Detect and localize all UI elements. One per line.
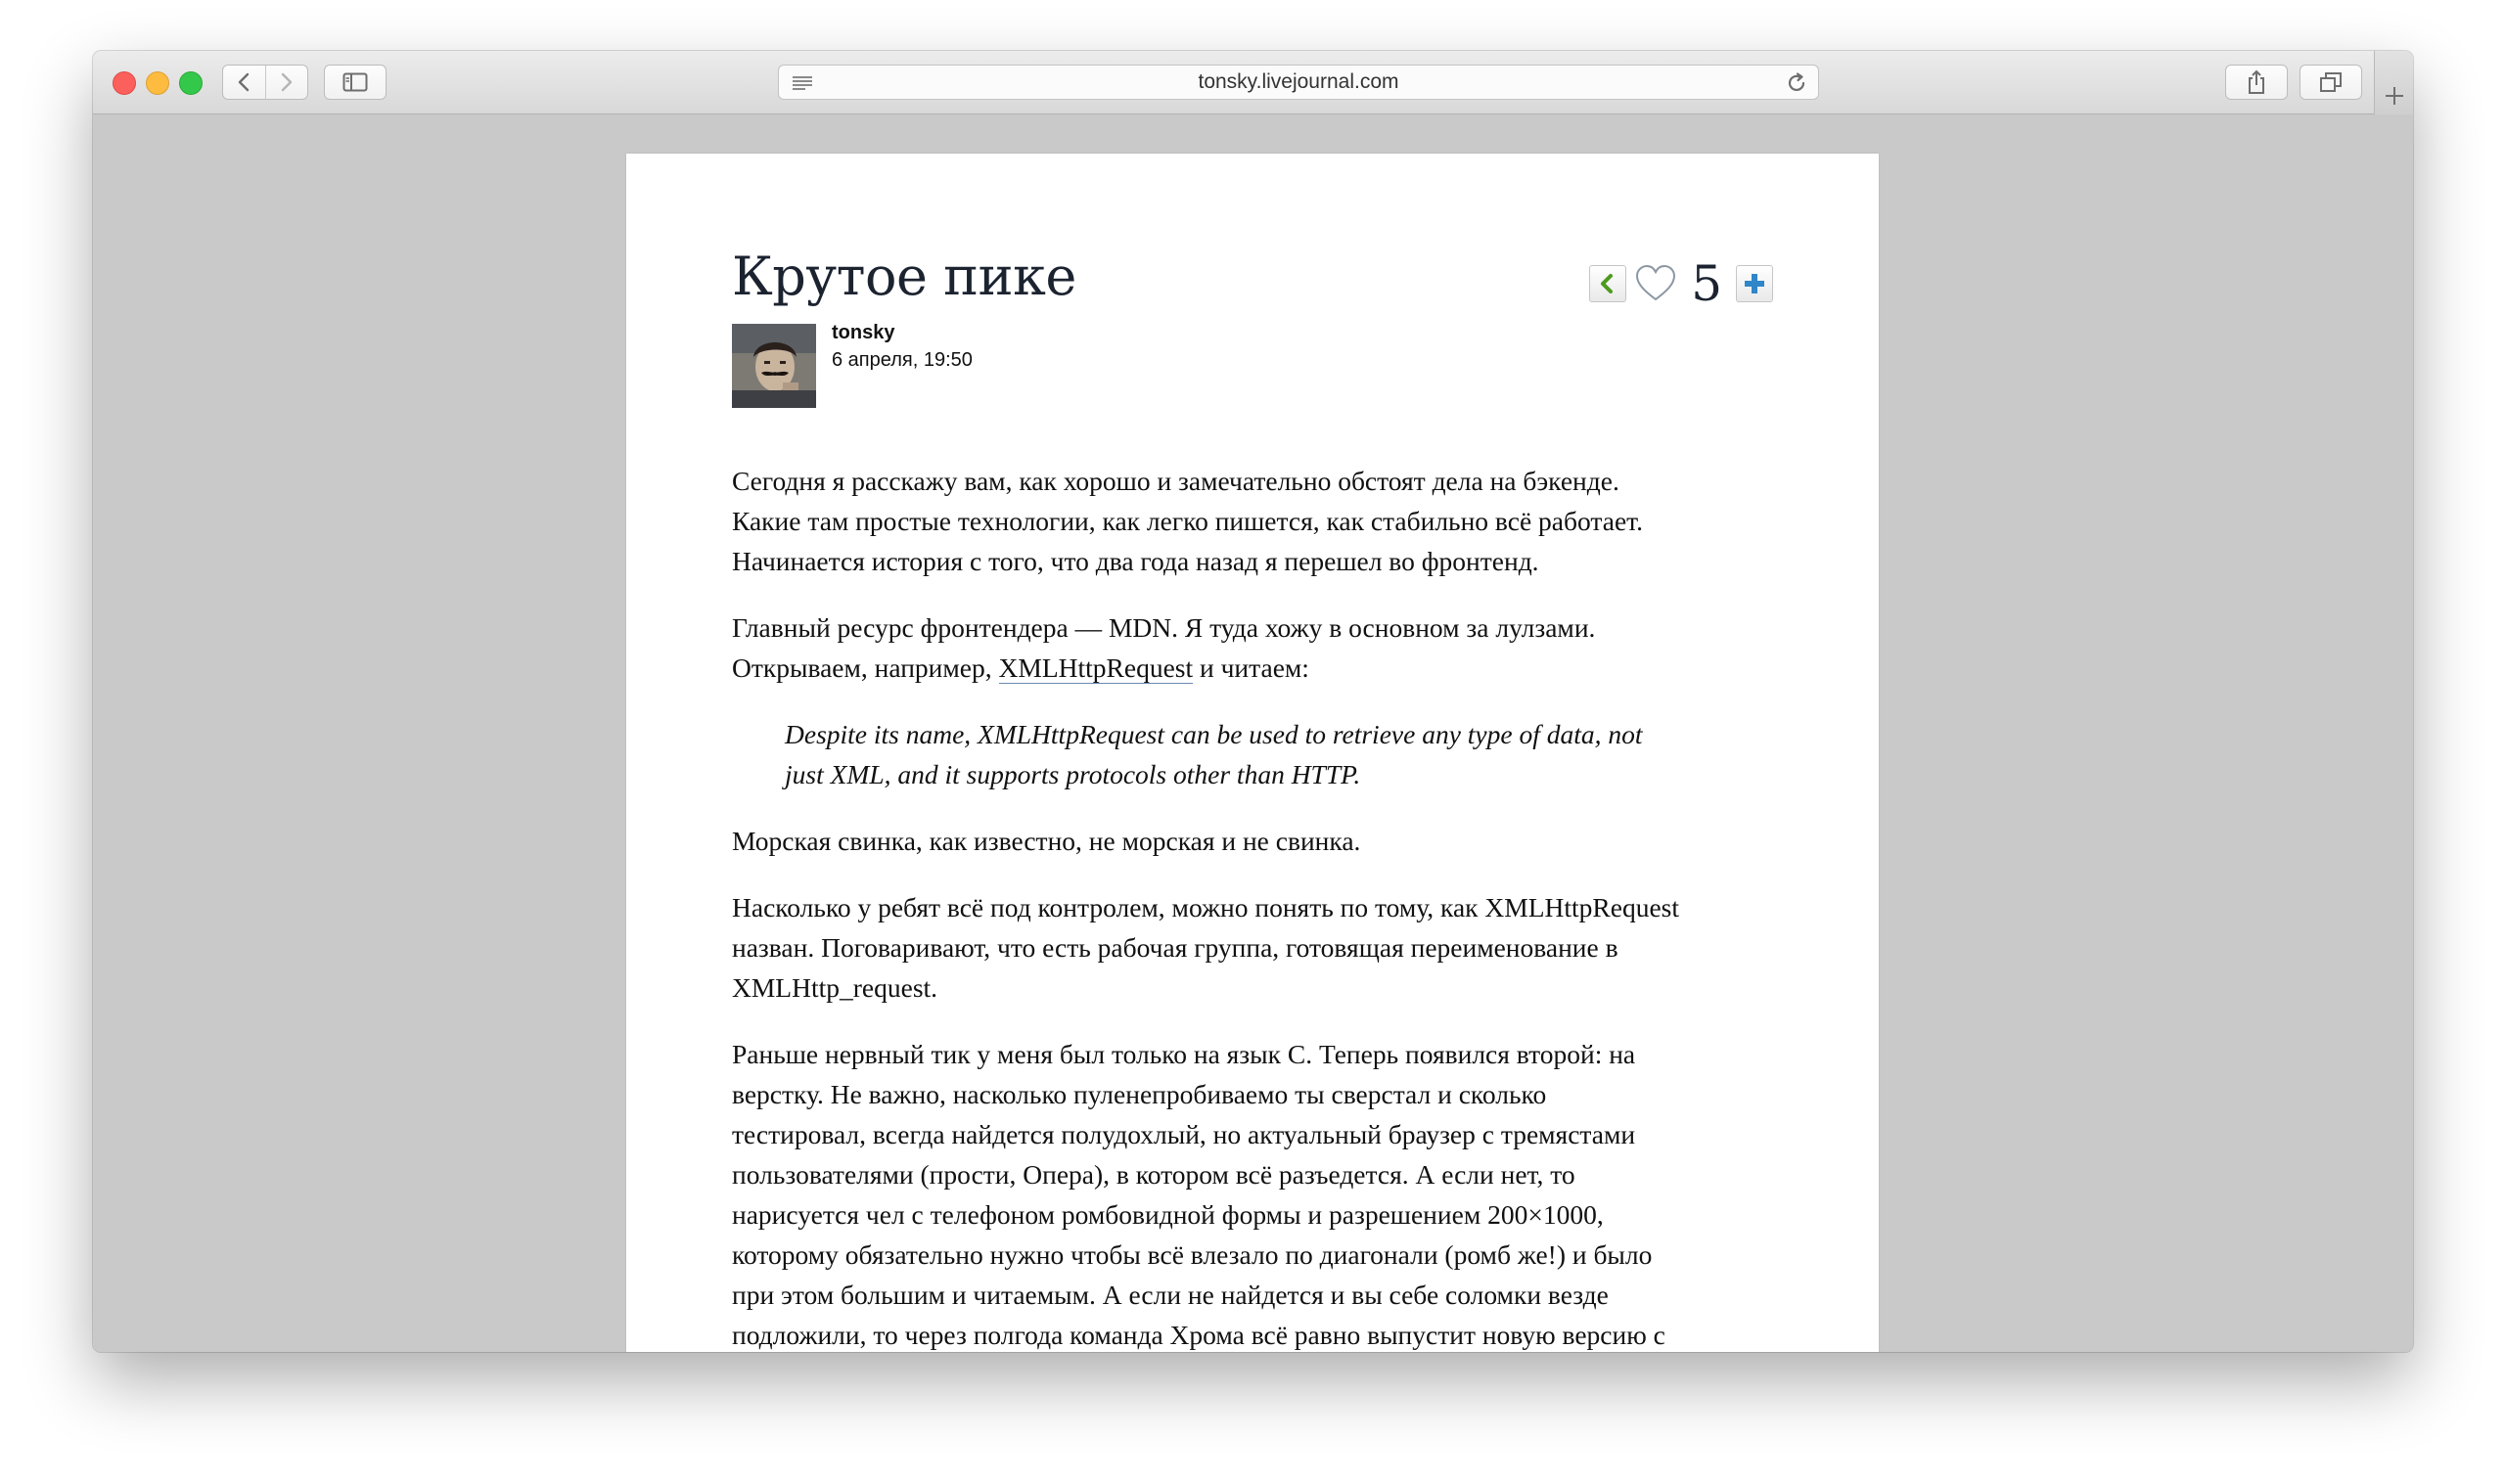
blue-plus-icon bbox=[1745, 274, 1764, 293]
xmlhttprequest-link[interactable]: XMLHttpRequest bbox=[998, 652, 1194, 684]
paragraph: Раньше нервный тик у меня был только на … bbox=[732, 1039, 1665, 1350]
new-tab-button[interactable] bbox=[2374, 51, 2413, 114]
reload-icon[interactable] bbox=[1785, 71, 1808, 95]
share-icon bbox=[2249, 69, 2264, 94]
web-content-area: Крутое пике 5 tonsky 6 апреля, 19:50 Сег… bbox=[93, 114, 2413, 1352]
window-maximize-button[interactable] bbox=[179, 71, 203, 95]
previous-post-button[interactable] bbox=[1589, 265, 1627, 302]
author-photo bbox=[732, 324, 816, 408]
chevron-left-icon bbox=[239, 72, 250, 92]
url-text[interactable]: tonsky.livejournal.com bbox=[779, 66, 1818, 99]
reader-page: Крутое пике 5 tonsky 6 апреля, 19:50 Сег… bbox=[626, 154, 1879, 1352]
address-bar[interactable]: tonsky.livejournal.com bbox=[778, 65, 1819, 100]
avatar[interactable] bbox=[732, 324, 816, 408]
article: Крутое пике 5 tonsky 6 апреля, 19:50 Сег… bbox=[732, 244, 1773, 1352]
author-block: tonsky 6 апреля, 19:50 bbox=[732, 322, 1773, 408]
post-date: 6 апреля, 19:50 bbox=[832, 349, 973, 371]
window-close-button[interactable] bbox=[113, 71, 136, 95]
back-button[interactable] bbox=[223, 66, 266, 99]
tabs-overview-button[interactable] bbox=[2300, 65, 2362, 100]
paragraph: Насколько у ребят всё под контролем, мож… bbox=[732, 892, 1679, 1003]
sidebar-toggle-button[interactable] bbox=[324, 65, 387, 100]
plus-icon bbox=[2385, 87, 2403, 105]
author-name[interactable]: tonsky bbox=[832, 322, 894, 344]
paragraph: Главный ресурс фронтендера — MDN. Я туда… bbox=[732, 607, 1773, 688]
tabs-overview-icon bbox=[2320, 72, 2342, 92]
heart-icon[interactable] bbox=[1634, 264, 1677, 303]
add-button[interactable] bbox=[1736, 265, 1773, 302]
blockquote: Despite its name, XMLHttpRequest can be … bbox=[785, 719, 1643, 789]
like-count: 5 bbox=[1691, 255, 1722, 312]
rating-controls: 5 bbox=[1589, 257, 1773, 310]
browser-toolbar: tonsky.livejournal.com bbox=[93, 51, 2413, 114]
paragraph-text: и читаем: bbox=[1193, 652, 1309, 683]
paragraph: Сегодня я расскажу вам, как хорошо и зам… bbox=[732, 466, 1643, 576]
window-minimize-button[interactable] bbox=[146, 71, 169, 95]
sidebar-icon bbox=[342, 72, 368, 92]
chevron-right-icon bbox=[281, 72, 292, 92]
post-body: Сегодня я расскажу вам, как хорошо и зам… bbox=[732, 461, 1773, 1352]
share-button[interactable] bbox=[2225, 65, 2288, 100]
green-arrow-left-icon bbox=[1601, 274, 1614, 293]
browser-window: tonsky.livejournal.com Крутое пике 5 ton… bbox=[93, 51, 2413, 1352]
paragraph: Морская свинка, как известно, не морская… bbox=[732, 826, 1361, 856]
history-nav bbox=[222, 65, 308, 100]
forward-button[interactable] bbox=[266, 66, 308, 99]
